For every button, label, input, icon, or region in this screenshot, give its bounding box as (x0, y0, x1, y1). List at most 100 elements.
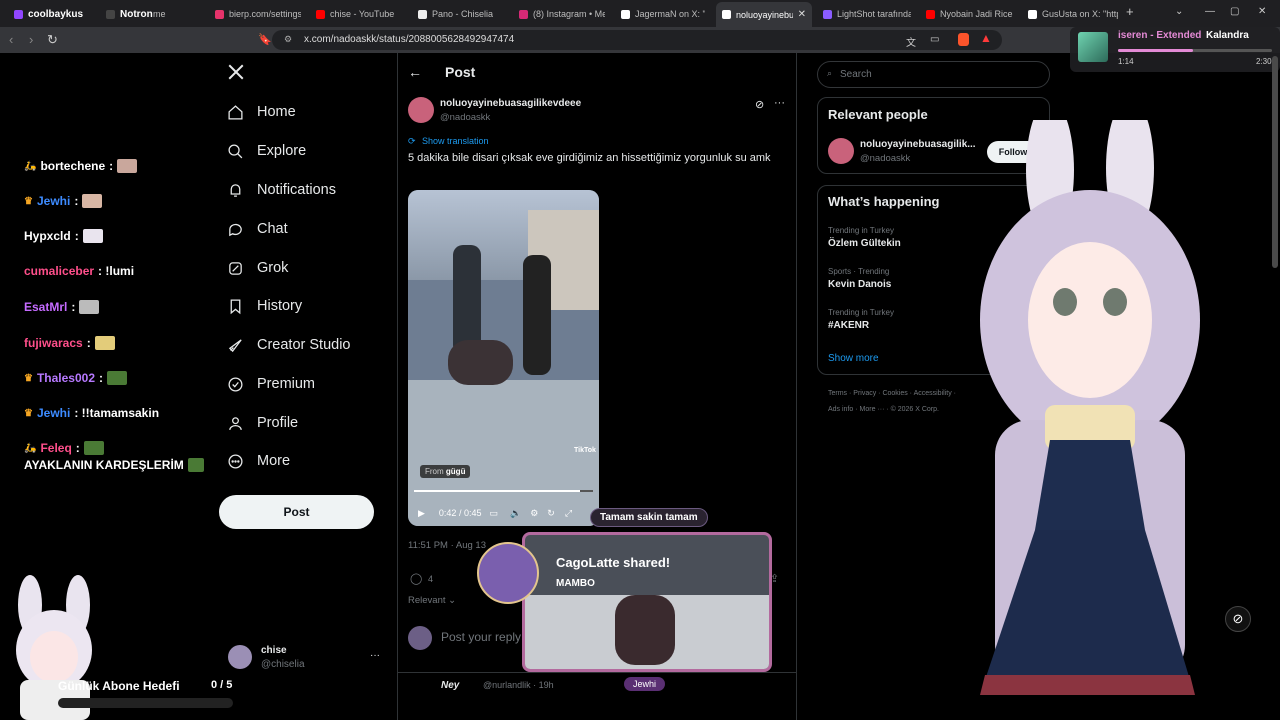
post-timestamp[interactable]: 11:51 PM · Aug 13 (408, 540, 486, 551)
maximize-icon[interactable]: ▢ (1230, 6, 1239, 17)
cast-icon[interactable]: ▭ (930, 34, 939, 45)
trend-context: Trending in Turkey (828, 226, 894, 235)
tab-active-post[interactable]: noluoyayinebu ✕ (716, 2, 812, 27)
nav-creator-studio[interactable]: Creator Studio (227, 334, 351, 356)
tab-bierp[interactable]: bierp.com/settings (215, 4, 301, 24)
tab-search-icon[interactable]: ⌄ (1175, 6, 1183, 17)
nav-notifications[interactable]: Notifications (227, 179, 336, 201)
tab-jagerman[interactable]: JagermaN on X: "O (621, 4, 705, 24)
close-tab-icon[interactable]: ✕ (798, 9, 806, 20)
post-more-icon[interactable]: ··· (774, 97, 785, 109)
vtuber-model (980, 120, 1200, 695)
youtube-icon (316, 9, 325, 19)
tab-lightshot[interactable]: LightShot tarafında (823, 4, 911, 24)
brave-shield-icon[interactable] (958, 33, 969, 46)
tab-notron[interactable]: Notron (106, 4, 153, 24)
trend-context: Trending in Turkey (828, 308, 894, 317)
more-circle-icon (228, 453, 243, 469)
share-alert-box (522, 532, 772, 672)
x-icon (1028, 9, 1037, 19)
author-avatar[interactable] (408, 97, 434, 123)
address-bar[interactable]: ⚙ x.com/nadoaskk/status/2088005628492947… (272, 30, 1002, 50)
video-player[interactable]: From gügü TikTok (408, 190, 599, 526)
reload-icon[interactable]: ↻ (47, 32, 58, 48)
lightshot-icon (823, 9, 832, 19)
tab-youtube-chise[interactable]: chise - YouTube (316, 4, 406, 24)
tab-coolbaykus[interactable]: coolbaykus (14, 4, 83, 24)
search-input[interactable]: ⌕ Search (817, 61, 1050, 88)
x-logo-icon[interactable] (227, 63, 245, 81)
nav-premium[interactable]: Premium (227, 373, 315, 395)
sub-goal-label: Günlük Abone Hedefi (58, 679, 180, 693)
author-name[interactable]: noluoyayinebuasagilikevdeee (440, 98, 581, 109)
window-close-icon[interactable]: ✕ (1258, 6, 1266, 17)
nav-more[interactable]: More (227, 450, 290, 472)
nav-home[interactable]: Home (227, 101, 296, 123)
grok-icon[interactable]: ⊘ (755, 98, 764, 111)
reply-input[interactable]: Post your reply (441, 630, 521, 644)
music-progress-fill (1118, 49, 1194, 52)
bookmark-icon[interactable]: 🔖 (258, 33, 272, 46)
relevant-avatar[interactable] (828, 138, 854, 164)
volume-icon[interactable]: 🔈 (510, 508, 521, 519)
chat-username: Feleq (40, 441, 72, 455)
account-avatar[interactable] (228, 645, 252, 669)
chat-line: Hypxcld: (24, 229, 103, 243)
video-person-kneeling (448, 340, 513, 385)
tab-instagram[interactable]: (8) Instagram • Me (519, 4, 605, 24)
brave-rewards-icon[interactable]: ▲ (980, 31, 992, 45)
tab-gususta[interactable]: GusUsta on X: "http (1028, 4, 1118, 24)
nav-chat[interactable]: Chat (227, 218, 288, 240)
nav-history[interactable]: History (227, 295, 302, 317)
person-icon (229, 416, 242, 430)
play-icon[interactable]: ▶ (418, 508, 425, 519)
translate-icon[interactable]: 文 (906, 34, 916, 49)
tab-pano[interactable]: Pano - Chiselia (418, 4, 508, 24)
trend-topic[interactable]: Özlem Gültekin (828, 238, 901, 249)
divider (397, 672, 797, 673)
captions-icon[interactable]: ▭ (489, 508, 498, 519)
nav-profile[interactable]: Profile (227, 412, 298, 434)
trend-topic[interactable]: #AKENR (828, 320, 869, 331)
author-handle[interactable]: @nadoaskk (440, 112, 490, 123)
back-arrow-icon[interactable]: ← (408, 64, 422, 80)
verified-badge-icon (228, 376, 243, 392)
chat-emote (94, 336, 115, 350)
new-tab-button[interactable]: + (1126, 4, 1134, 19)
relevant-title: Relevant people (828, 107, 928, 122)
chat-username: EsatMrl (24, 300, 68, 314)
twitch-icon (14, 9, 23, 19)
alert-avatar (477, 542, 539, 604)
show-more-link[interactable]: Show more (828, 353, 879, 364)
next-reply-author[interactable]: Ney (441, 680, 459, 691)
video-from-badge: From gügü (420, 465, 471, 478)
chat-username: Jewhi (36, 194, 71, 208)
home-icon (228, 104, 243, 120)
show-translation-link[interactable]: Show translation (422, 136, 489, 146)
back-icon[interactable]: ‹ (9, 32, 13, 47)
tab-me[interactable]: me (153, 4, 183, 24)
nav-explore[interactable]: Explore (227, 140, 306, 162)
forward-icon[interactable]: › (29, 32, 33, 47)
page-scrollbar[interactable] (1272, 56, 1278, 268)
settings-icon[interactable]: ⚙ (530, 508, 538, 519)
minimize-icon[interactable]: — (1205, 6, 1215, 17)
translate-icon: ⟳ (408, 136, 416, 146)
video-progress-track[interactable] (414, 490, 593, 492)
post-button[interactable]: Post (219, 495, 374, 529)
trend-topic[interactable]: Kevin Danois (828, 279, 891, 290)
fullscreen-icon[interactable]: ⤢ (565, 508, 572, 519)
sort-relevant[interactable]: Relevant ⌄ (408, 595, 456, 606)
tab-nyobain[interactable]: Nyobain Jadi Rice (926, 4, 1014, 24)
footer-links[interactable]: Ads info · More ··· · © 2026 X Corp. (828, 406, 939, 413)
account-menu-icon[interactable]: ··· (370, 650, 380, 661)
nav-grok[interactable]: Grok (227, 257, 288, 279)
x-icon (722, 10, 731, 19)
footer-links[interactable]: Terms · Privacy · Cookies · Accessibilit… (828, 390, 956, 397)
chat-emote (82, 229, 103, 243)
video-person (523, 255, 551, 375)
grok-float-icon[interactable]: ⊘ (1225, 606, 1251, 632)
loop-icon[interactable]: ↻ (547, 508, 555, 519)
reply-icon[interactable]: ◯ (410, 572, 422, 585)
site-settings-icon[interactable]: ⚙ (284, 34, 292, 45)
